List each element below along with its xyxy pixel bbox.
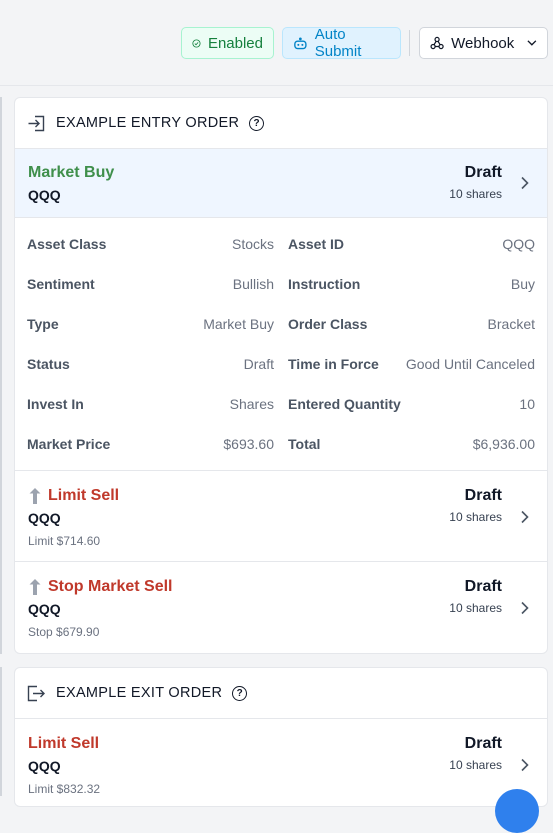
order-status: Draft	[464, 735, 502, 752]
webhook-icon	[430, 36, 444, 50]
detail-value: Draft	[243, 356, 274, 372]
entry-order-card: EXAMPLE ENTRY ORDER ? Market Buy QQQ Dra…	[14, 97, 548, 654]
order-status: Draft	[464, 578, 502, 595]
stop-market-sell-leg-row[interactable]: Stop Market Sell QQQ Stop $679.90 Draft …	[15, 562, 547, 653]
exit-order-card: EXAMPLE EXIT ORDER ? Limit Sell QQQ Limi…	[14, 667, 548, 807]
detail-label: Total	[288, 436, 321, 452]
detail-value: Bracket	[487, 316, 535, 332]
detail-label: Market Price	[27, 436, 111, 452]
detail-value: $6,936.00	[472, 436, 535, 452]
chevron-right-icon	[521, 510, 529, 524]
order-title-wrap: Limit Sell	[28, 487, 119, 505]
order-symbol: QQQ	[28, 758, 61, 774]
detail-value: Good Until Canceled	[405, 356, 535, 372]
detail-value: 10	[519, 396, 535, 412]
chevron-right-icon	[521, 758, 529, 772]
detail-value: Shares	[229, 396, 274, 412]
order-title: Market Buy	[28, 164, 115, 181]
detail-value: Bullish	[232, 276, 274, 292]
order-price: Limit $832.32	[28, 782, 101, 796]
order-symbol: QQQ	[28, 601, 61, 617]
entry-main-order-row[interactable]: Market Buy QQQ Draft 10 shares	[15, 149, 547, 218]
sign-in-icon	[28, 115, 45, 131]
detail-value: Market Buy	[203, 316, 274, 332]
order-status: Draft	[464, 487, 502, 504]
order-title: Limit Sell	[28, 735, 100, 752]
detail-label: Sentiment	[27, 276, 95, 292]
left-panel-edge	[0, 97, 2, 654]
detail-value: Stocks	[231, 236, 274, 252]
help-icon[interactable]: ?	[232, 685, 248, 701]
top-toolbar: Enabled Auto Submit Webhook	[0, 0, 553, 86]
chevron-right-icon	[521, 176, 529, 190]
detail-label: Time in Force	[288, 356, 379, 372]
detail-label: Type	[27, 316, 59, 332]
left-panel-edge	[0, 667, 2, 796]
order-quantity: 10 shares	[449, 758, 502, 772]
exit-order-row[interactable]: Limit Sell QQQ Limit $832.32 Draft 10 sh…	[15, 719, 547, 806]
check-circle-icon	[192, 38, 201, 48]
detail-label: Invest In	[27, 396, 84, 412]
sign-out-icon	[27, 685, 45, 701]
enabled-badge[interactable]: Enabled	[181, 27, 274, 59]
detail-value: $693.60	[223, 436, 274, 452]
detail-value: QQQ	[502, 236, 535, 252]
auto-submit-button[interactable]: Auto Submit	[282, 26, 401, 60]
detail-value: Buy	[510, 276, 535, 292]
detail-label: Status	[27, 356, 70, 372]
detail-label: Asset Class	[27, 236, 107, 252]
limit-sell-leg-row[interactable]: Limit Sell QQQ Limit $714.60 Draft 10 sh…	[15, 471, 547, 562]
chevron-down-icon	[527, 40, 537, 46]
entry-order-title: EXAMPLE ENTRY ORDER	[56, 115, 240, 131]
order-title: Limit Sell	[48, 487, 120, 504]
detail-label: Order Class	[288, 316, 368, 332]
exit-order-header: EXAMPLE EXIT ORDER ?	[15, 668, 547, 719]
chevron-right-icon	[521, 601, 529, 615]
entry-order-header: EXAMPLE ENTRY ORDER ?	[15, 98, 547, 149]
detail-label: Instruction	[288, 276, 361, 292]
enabled-label: Enabled	[207, 34, 263, 52]
order-symbol: QQQ	[28, 510, 61, 526]
order-price: Stop $679.90	[28, 625, 100, 639]
exit-order-title: EXAMPLE EXIT ORDER	[56, 685, 223, 701]
order-quantity: 10 shares	[449, 187, 502, 201]
toolbar-divider	[409, 30, 410, 56]
order-details-grid: Asset Class Stocks Asset ID QQQ Sentimen…	[15, 218, 547, 471]
detail-label: Entered Quantity	[288, 396, 401, 412]
arrow-up-leg-icon	[29, 488, 41, 504]
robot-icon	[294, 37, 307, 49]
arrow-up-leg-icon	[29, 579, 41, 595]
webhook-label: Webhook	[451, 34, 515, 52]
auto-submit-label: Auto Submit	[314, 26, 362, 60]
order-price: Limit $714.60	[28, 534, 101, 548]
order-title-wrap: Stop Market Sell	[28, 578, 172, 596]
order-quantity: 10 shares	[449, 510, 502, 524]
order-title: Stop Market Sell	[48, 578, 173, 595]
order-status: Draft	[464, 164, 502, 181]
help-icon[interactable]: ?	[249, 115, 265, 131]
webhook-dropdown[interactable]: Webhook	[419, 27, 548, 59]
order-quantity: 10 shares	[449, 601, 502, 615]
detail-label: Asset ID	[288, 236, 345, 252]
order-symbol: QQQ	[28, 187, 61, 203]
